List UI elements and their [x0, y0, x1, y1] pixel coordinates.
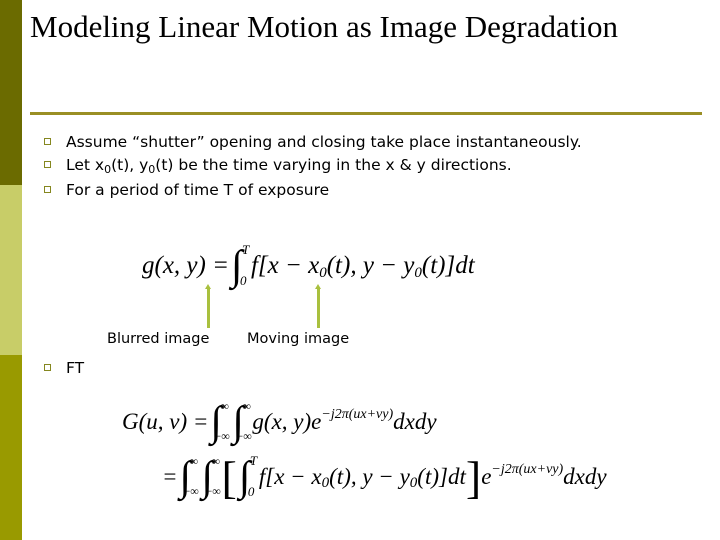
square-bullet-icon	[44, 357, 66, 371]
equation-fourier-expanded: = ∞ ∫ −∞ ∞ ∫ −∞[T ∫ 0 f[x − x0(t), y − y0(t)]dt]e…	[162, 451, 607, 503]
eq1-integrand-b: (t), y − y	[326, 252, 415, 279]
list-item-label: Let x0(t), y0(t) be the time varying in …	[66, 154, 704, 178]
open-bracket: [	[221, 451, 237, 503]
eq3-inner-c: (t)]dt	[417, 464, 466, 489]
equation-fourier-transform: G(u, v) = ∞ ∫ −∞ ∞ ∫ −∞ g(x, y)e−j2π(ux+vy)dxdy	[122, 400, 437, 444]
sidebar-band-bottom	[0, 355, 22, 540]
slide-content: Modeling Linear Motion as Image Degradat…	[22, 0, 720, 540]
close-bracket: ]	[465, 451, 482, 503]
integral-lower-limit: −∞	[183, 484, 199, 498]
eq2-exponent: −j2π(ux+vy)	[321, 407, 394, 423]
integral-symbol-0-T: T ∫ 0	[237, 453, 259, 499]
eq3-exponent-base: e	[481, 464, 492, 489]
page-title: Modeling Linear Motion as Image Degradat…	[30, 9, 618, 44]
sidebar-band-middle	[0, 185, 22, 355]
eq3-inner-a: f[x − x	[258, 464, 322, 489]
bullet-list: Assume “shutter” opening and closing tak…	[44, 131, 704, 202]
up-arrow-icon-moving	[315, 284, 321, 328]
list-item: For a period of time T of exposure	[44, 179, 704, 201]
integral-symbol-inf-2: ∞ ∫ −∞	[200, 455, 222, 499]
decorative-sidebar	[0, 0, 22, 540]
eq3-exponent: −j2π(ux+vy)	[491, 462, 564, 478]
eq2-lhs: G(u, v) =	[122, 409, 209, 434]
list-item-label: For a period of time T of exposure	[66, 181, 330, 199]
bullet-sub-2: 0	[148, 163, 156, 176]
ft-label: FT	[66, 359, 85, 377]
list-item: Assume “shutter” opening and closing tak…	[44, 131, 704, 153]
list-item-label: Assume “shutter” opening and closing tak…	[66, 133, 582, 151]
bullet-seg-2: (t), y	[111, 156, 149, 174]
eq1-integrand-a: f[x − x	[250, 252, 320, 279]
square-bullet-icon	[44, 131, 66, 145]
up-arrow-icon-blurred	[205, 284, 211, 328]
integral-upper-limit: T	[241, 242, 250, 257]
eq3-lhs: =	[162, 464, 178, 489]
integral-symbol-0-T: T ∫ 0	[229, 242, 251, 288]
integral-lower-limit: 0	[239, 273, 247, 288]
eq3-sub-b: 0	[409, 475, 418, 492]
eq1-integrand-c: (t)]dt	[421, 252, 475, 279]
integral-symbol-inf-2: ∞ ∫ −∞	[230, 400, 252, 444]
eq3-inner-b: (t), y − y	[329, 464, 410, 489]
eq3-sub-a: 0	[321, 475, 330, 492]
integral-symbol-inf-1: ∞ ∫ −∞	[208, 400, 230, 444]
square-bullet-icon	[44, 179, 66, 193]
eq2-body: g(x, y)e	[252, 409, 322, 434]
eq1-sub-b: 0	[414, 264, 422, 281]
list-item-ft: FT	[44, 357, 84, 379]
sidebar-band-top	[0, 0, 22, 185]
list-item: Let x0(t), y0(t) be the time varying in …	[44, 154, 704, 178]
bullet-seg-1: Let x	[66, 156, 105, 174]
integral-upper-limit: T	[249, 453, 258, 468]
title-divider	[30, 112, 702, 115]
integral-symbol-inf-1: ∞ ∫ −∞	[178, 455, 200, 499]
bullet-seg-3: (t) be the time varying in the x & y dir…	[155, 156, 512, 174]
integral-lower-limit: −∞	[214, 429, 230, 443]
square-bullet-icon	[44, 154, 66, 168]
eq3-tail: dxdy	[563, 464, 607, 489]
bullet-sub-1: 0	[104, 163, 112, 176]
integral-lower-limit: 0	[247, 484, 255, 499]
eq1-lhs: g(x, y) =	[142, 252, 229, 279]
equation-blurred-image: g(x, y) = T ∫ 0 f[x − x0(t), y − y0(t)]dt	[142, 242, 475, 288]
blurred-image-caption: Blurred image	[107, 331, 210, 347]
integral-lower-limit: −∞	[236, 429, 252, 443]
integral-lower-limit: −∞	[205, 484, 221, 498]
eq2-tail: dxdy	[393, 409, 437, 434]
moving-image-caption: Moving image	[247, 331, 350, 347]
eq1-sub-a: 0	[319, 264, 327, 281]
